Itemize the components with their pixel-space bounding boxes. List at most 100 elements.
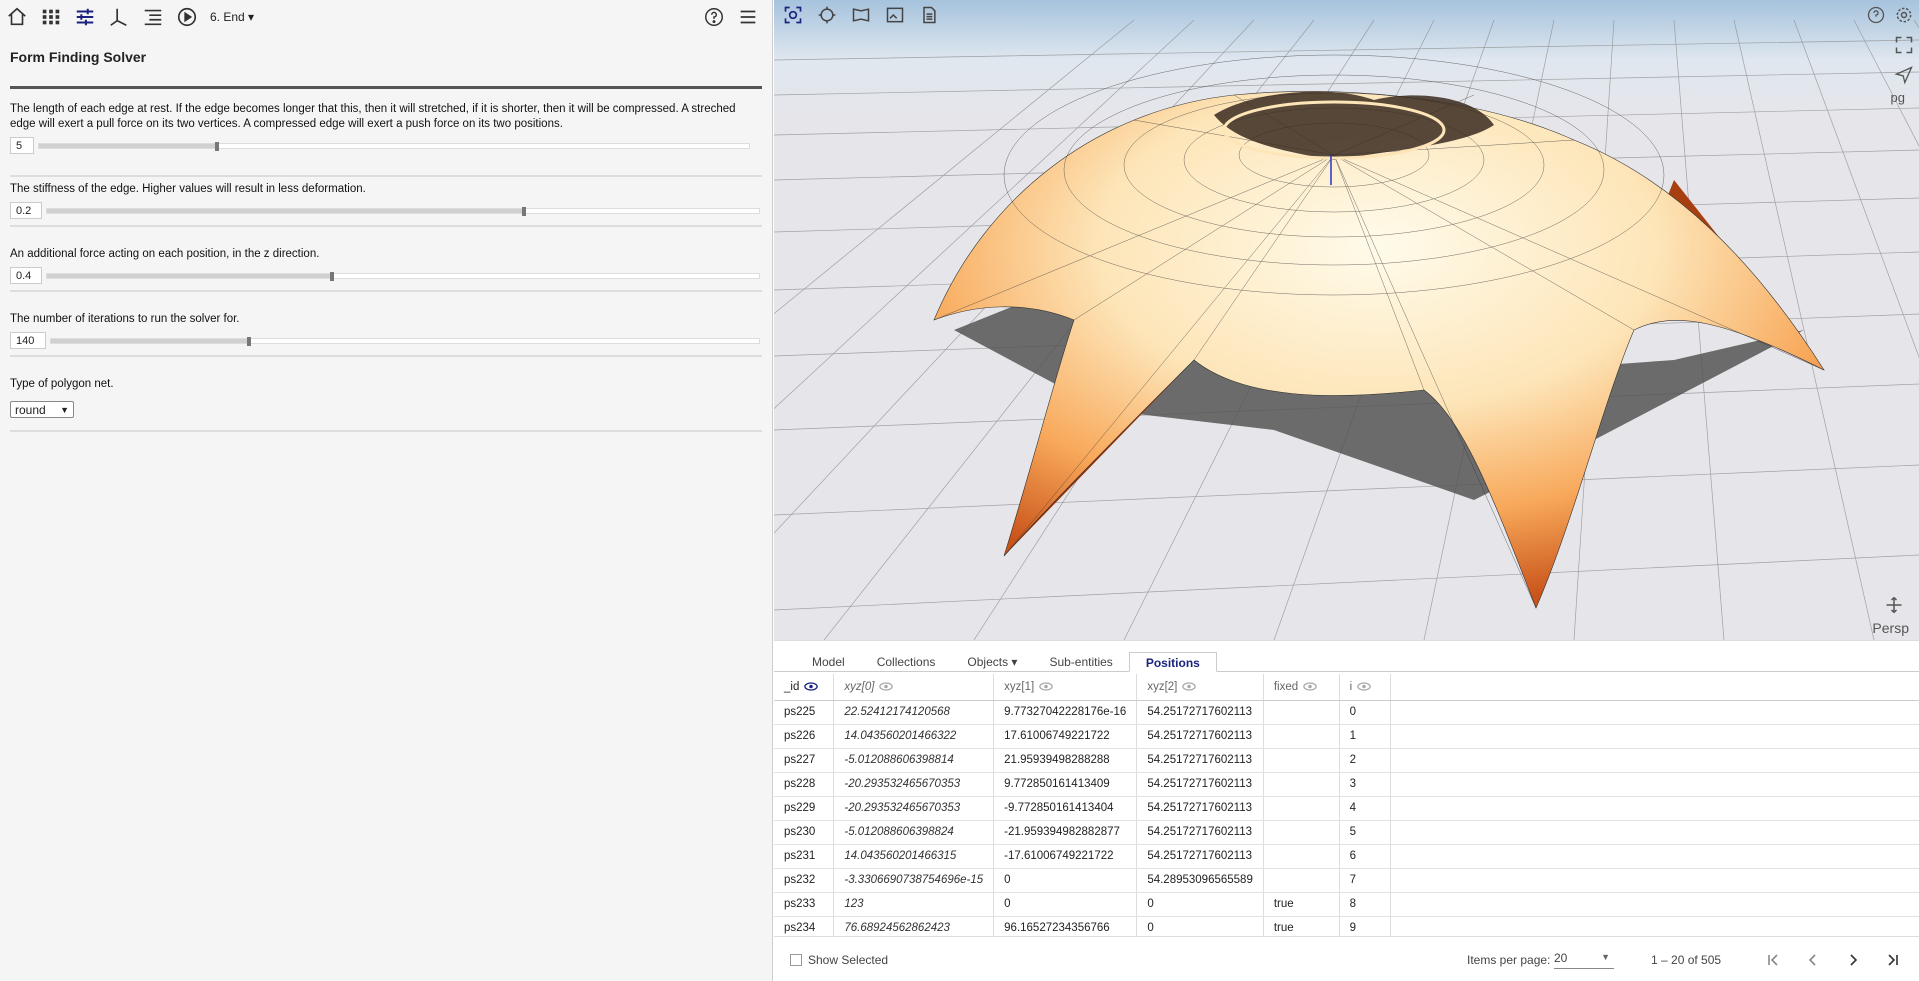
table-row[interactable]: ps233 123 0 0 true 8	[774, 892, 1919, 917]
table-row[interactable]: ps231 14.043560201466315 -17.6100674922172…	[774, 844, 1919, 869]
table-cell-xyz1: 17.61006749221722	[993, 724, 1138, 749]
slider-thumb[interactable]	[522, 207, 527, 216]
previous-page-button[interactable]	[1799, 946, 1827, 974]
iterations-input[interactable]: 140	[10, 332, 46, 349]
help-icon[interactable]	[1863, 2, 1889, 28]
table-row[interactable]: ps225 22.52412174120568 9.77327042228176e-…	[774, 700, 1919, 725]
grid-icon[interactable]	[34, 0, 68, 34]
table-cell-xyz2: 54.25172717602113	[1136, 700, 1264, 725]
show-selected-checkbox[interactable]: Show Selected	[790, 953, 888, 967]
page-range-label: 1 – 20 of 505	[1651, 952, 1722, 967]
flow-step-select[interactable]: 6. End ▾	[210, 10, 254, 24]
last-page-button[interactable]	[1879, 946, 1907, 974]
checkbox-box[interactable]	[790, 953, 802, 966]
tab-collections[interactable]: Collections	[861, 652, 952, 672]
first-page-icon	[1768, 953, 1778, 966]
column-header-id[interactable]: _id	[774, 674, 835, 701]
target-icon[interactable]	[814, 2, 840, 28]
document-icon[interactable]	[916, 2, 942, 28]
table-row[interactable]: ps234 76.68924562862423 96.16527234356766 0…	[774, 916, 1919, 936]
table-row[interactable]: ps230 -5.012088606398824 -21.9593949828828…	[774, 820, 1919, 845]
home-icon[interactable]	[0, 0, 34, 34]
tab-model[interactable]: Model	[796, 652, 861, 672]
net-type-select[interactable]: round ▼	[10, 401, 74, 418]
param-stiffness: The stiffness of the edge. Higher values…	[10, 182, 762, 227]
send-icon[interactable]	[1891, 62, 1917, 88]
title-divider	[10, 86, 762, 89]
table-cell-xyz1: 96.16527234356766	[993, 916, 1138, 936]
image-icon[interactable]	[882, 2, 908, 28]
z-force-input[interactable]: 0.4	[10, 267, 42, 284]
table-row[interactable]: ps228 -20.293532465670353 9.77285016141340…	[774, 772, 1919, 797]
menu-icon[interactable]	[731, 0, 765, 34]
table-cell-xyz2: 54.25172717602113	[1136, 796, 1264, 821]
divider	[10, 355, 762, 357]
iterations-slider[interactable]	[50, 337, 760, 346]
fullscreen-icon[interactable]	[1891, 32, 1917, 58]
slider-thumb[interactable]	[329, 272, 334, 281]
column-header-y[interactable]: xyz[1]	[993, 674, 1138, 701]
stiffness-input[interactable]: 0.2	[10, 202, 42, 219]
table-row[interactable]: ps232 -3.3306690738754696e-15 0 54.28953096…	[774, 868, 1919, 893]
param-description: The number of iterations to run the solv…	[10, 313, 240, 325]
sliders-icon[interactable]	[68, 0, 102, 34]
slider-thumb[interactable]	[214, 142, 219, 151]
view-icon[interactable]	[848, 2, 874, 28]
tab-objects[interactable]: Objects ▾	[951, 652, 1033, 672]
table-row[interactable]: ps227 -5.012088606398814 21.95939498288288…	[774, 748, 1919, 773]
rest-length-slider[interactable]	[38, 142, 750, 151]
table-cell-xyz1: -17.61006749221722	[993, 844, 1138, 869]
column-label: xyz[1]	[1004, 680, 1035, 693]
help-icon[interactable]	[697, 0, 731, 34]
table-cell-xyz2: 54.28953096565589	[1136, 868, 1264, 893]
settings-icon[interactable]	[1891, 2, 1917, 28]
slider-fill	[51, 339, 250, 343]
tab-sub-entities[interactable]: Sub-entities	[1033, 652, 1128, 672]
table-cell-xyz0: 22.52412174120568	[833, 700, 995, 725]
next-page-button[interactable]	[1839, 946, 1867, 974]
column-label: xyz[2]	[1147, 680, 1178, 693]
table-cell-id: ps231	[774, 844, 835, 869]
stiffness-slider[interactable]	[46, 207, 760, 216]
table-cell-xyz1: 0	[993, 868, 1138, 893]
table-row[interactable]: ps226 14.043560201466322 17.61006749221722…	[774, 724, 1919, 749]
table-body: ps225 22.52412174120568 9.77327042228176e-…	[774, 700, 1919, 936]
slider-fill	[47, 209, 525, 213]
3d-viewport[interactable]: pg Persp	[774, 0, 1919, 640]
eye-icon[interactable]	[1182, 682, 1197, 691]
tab-positions[interactable]: Positions	[1128, 652, 1217, 672]
list-icon[interactable]	[136, 0, 170, 34]
camera-mode-label[interactable]: Persp	[1872, 620, 1909, 636]
page-title: Form Finding Solver	[10, 49, 147, 65]
z-force-slider[interactable]	[46, 272, 760, 281]
table-cell-fixed	[1263, 868, 1340, 893]
column-header-z[interactable]: xyz[2]	[1136, 674, 1264, 701]
axis-icon[interactable]	[102, 0, 136, 34]
table-cell-xyz1: 9.772850161413409	[993, 772, 1138, 797]
table-cell-xyz1: -21.959394982882877	[993, 820, 1138, 845]
column-header-fixed[interactable]: fixed	[1263, 674, 1340, 701]
column-header-x[interactable]: xyz[0]	[833, 674, 995, 701]
last-page-icon	[1888, 953, 1898, 966]
eye-icon[interactable]	[804, 682, 819, 691]
column-label: xyz[0]	[844, 680, 875, 693]
table-cell-i: 4	[1339, 796, 1392, 821]
play-icon[interactable]	[170, 0, 204, 34]
eye-icon[interactable]	[1357, 682, 1371, 691]
table-cell-xyz2: 54.25172717602113	[1136, 844, 1264, 869]
move-icon[interactable]	[1881, 592, 1907, 618]
table-cell-spacer	[1390, 772, 1919, 797]
first-page-button[interactable]	[1759, 946, 1787, 974]
param-z-force: An additional force acting on each posit…	[10, 247, 762, 292]
eye-icon[interactable]	[879, 682, 894, 691]
rest-length-input[interactable]: 5	[10, 137, 34, 154]
eye-icon[interactable]	[1303, 682, 1317, 691]
items-per-page-select[interactable]: 20 ▼	[1554, 951, 1614, 969]
column-header-i[interactable]: i	[1339, 674, 1392, 701]
items-per-page-label: Items per page:	[1467, 952, 1551, 967]
slider-thumb[interactable]	[247, 337, 252, 346]
table-row[interactable]: ps229 -20.293532465670353 -9.7728501614134…	[774, 796, 1919, 821]
eye-icon[interactable]	[1039, 682, 1053, 691]
table-cell-id: ps229	[774, 796, 835, 821]
zoom-fit-icon[interactable]	[780, 2, 806, 28]
